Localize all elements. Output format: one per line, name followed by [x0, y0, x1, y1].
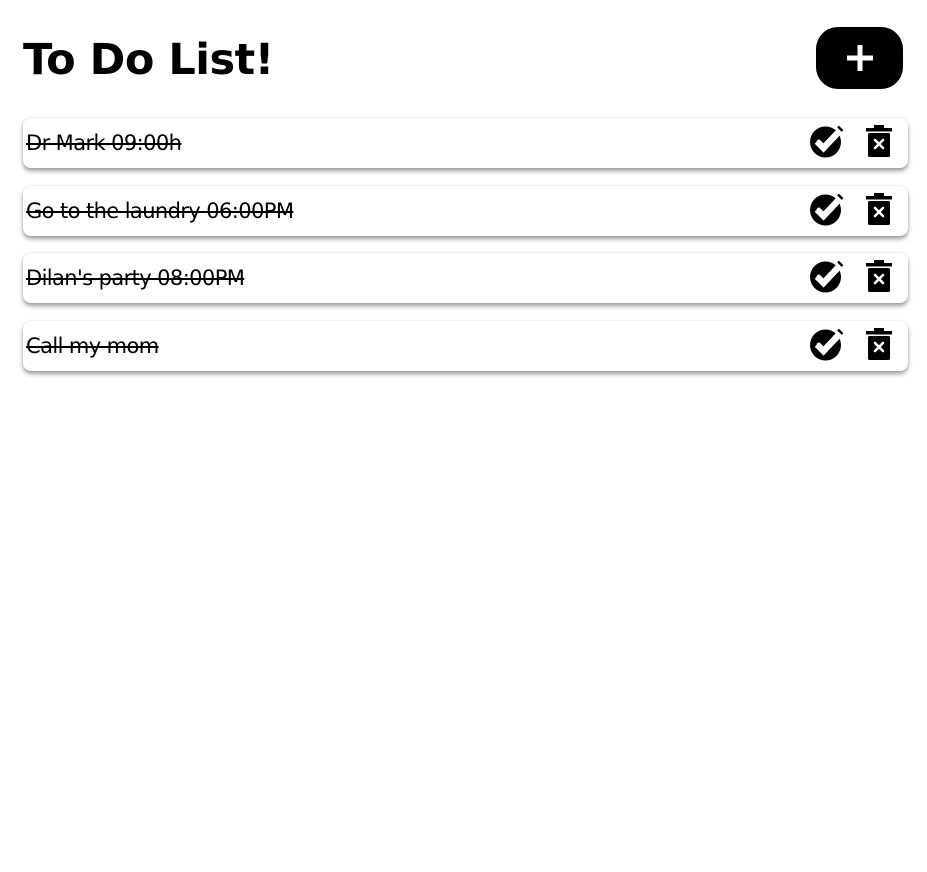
todo-item: Dr Mark 09:00h — [23, 118, 908, 168]
check-circle-icon — [810, 259, 844, 293]
plus-icon — [846, 45, 873, 71]
todo-text: Dilan's party 08:00PM — [26, 266, 245, 290]
complete-button[interactable] — [810, 327, 844, 361]
delete-button[interactable] — [866, 328, 892, 360]
todo-text: Call my mom — [26, 334, 159, 358]
check-circle-icon — [810, 124, 844, 158]
page-title: To Do List! — [23, 35, 274, 85]
complete-button[interactable] — [810, 259, 844, 293]
todo-item: Call my mom — [23, 321, 908, 371]
todo-item: Dilan's party 08:00PM — [23, 253, 908, 303]
delete-button[interactable] — [866, 260, 892, 292]
trash-icon — [866, 260, 892, 292]
todo-list: Dr Mark 09:00h Go to the laundry 06:00PM… — [23, 118, 908, 389]
check-circle-icon — [810, 192, 844, 226]
todo-app: To Do List! Dr Mark 09:00h Go to the lau… — [0, 0, 927, 872]
delete-button[interactable] — [866, 193, 892, 225]
todo-text: Go to the laundry 06:00PM — [26, 199, 294, 223]
trash-icon — [866, 125, 892, 157]
header: To Do List! — [23, 27, 903, 89]
check-circle-icon — [810, 327, 844, 361]
complete-button[interactable] — [810, 124, 844, 158]
todo-text: Dr Mark 09:00h — [26, 131, 182, 155]
todo-item: Go to the laundry 06:00PM — [23, 186, 908, 236]
trash-icon — [866, 193, 892, 225]
complete-button[interactable] — [810, 192, 844, 226]
add-todo-button[interactable] — [816, 27, 903, 89]
trash-icon — [866, 328, 892, 360]
delete-button[interactable] — [866, 125, 892, 157]
